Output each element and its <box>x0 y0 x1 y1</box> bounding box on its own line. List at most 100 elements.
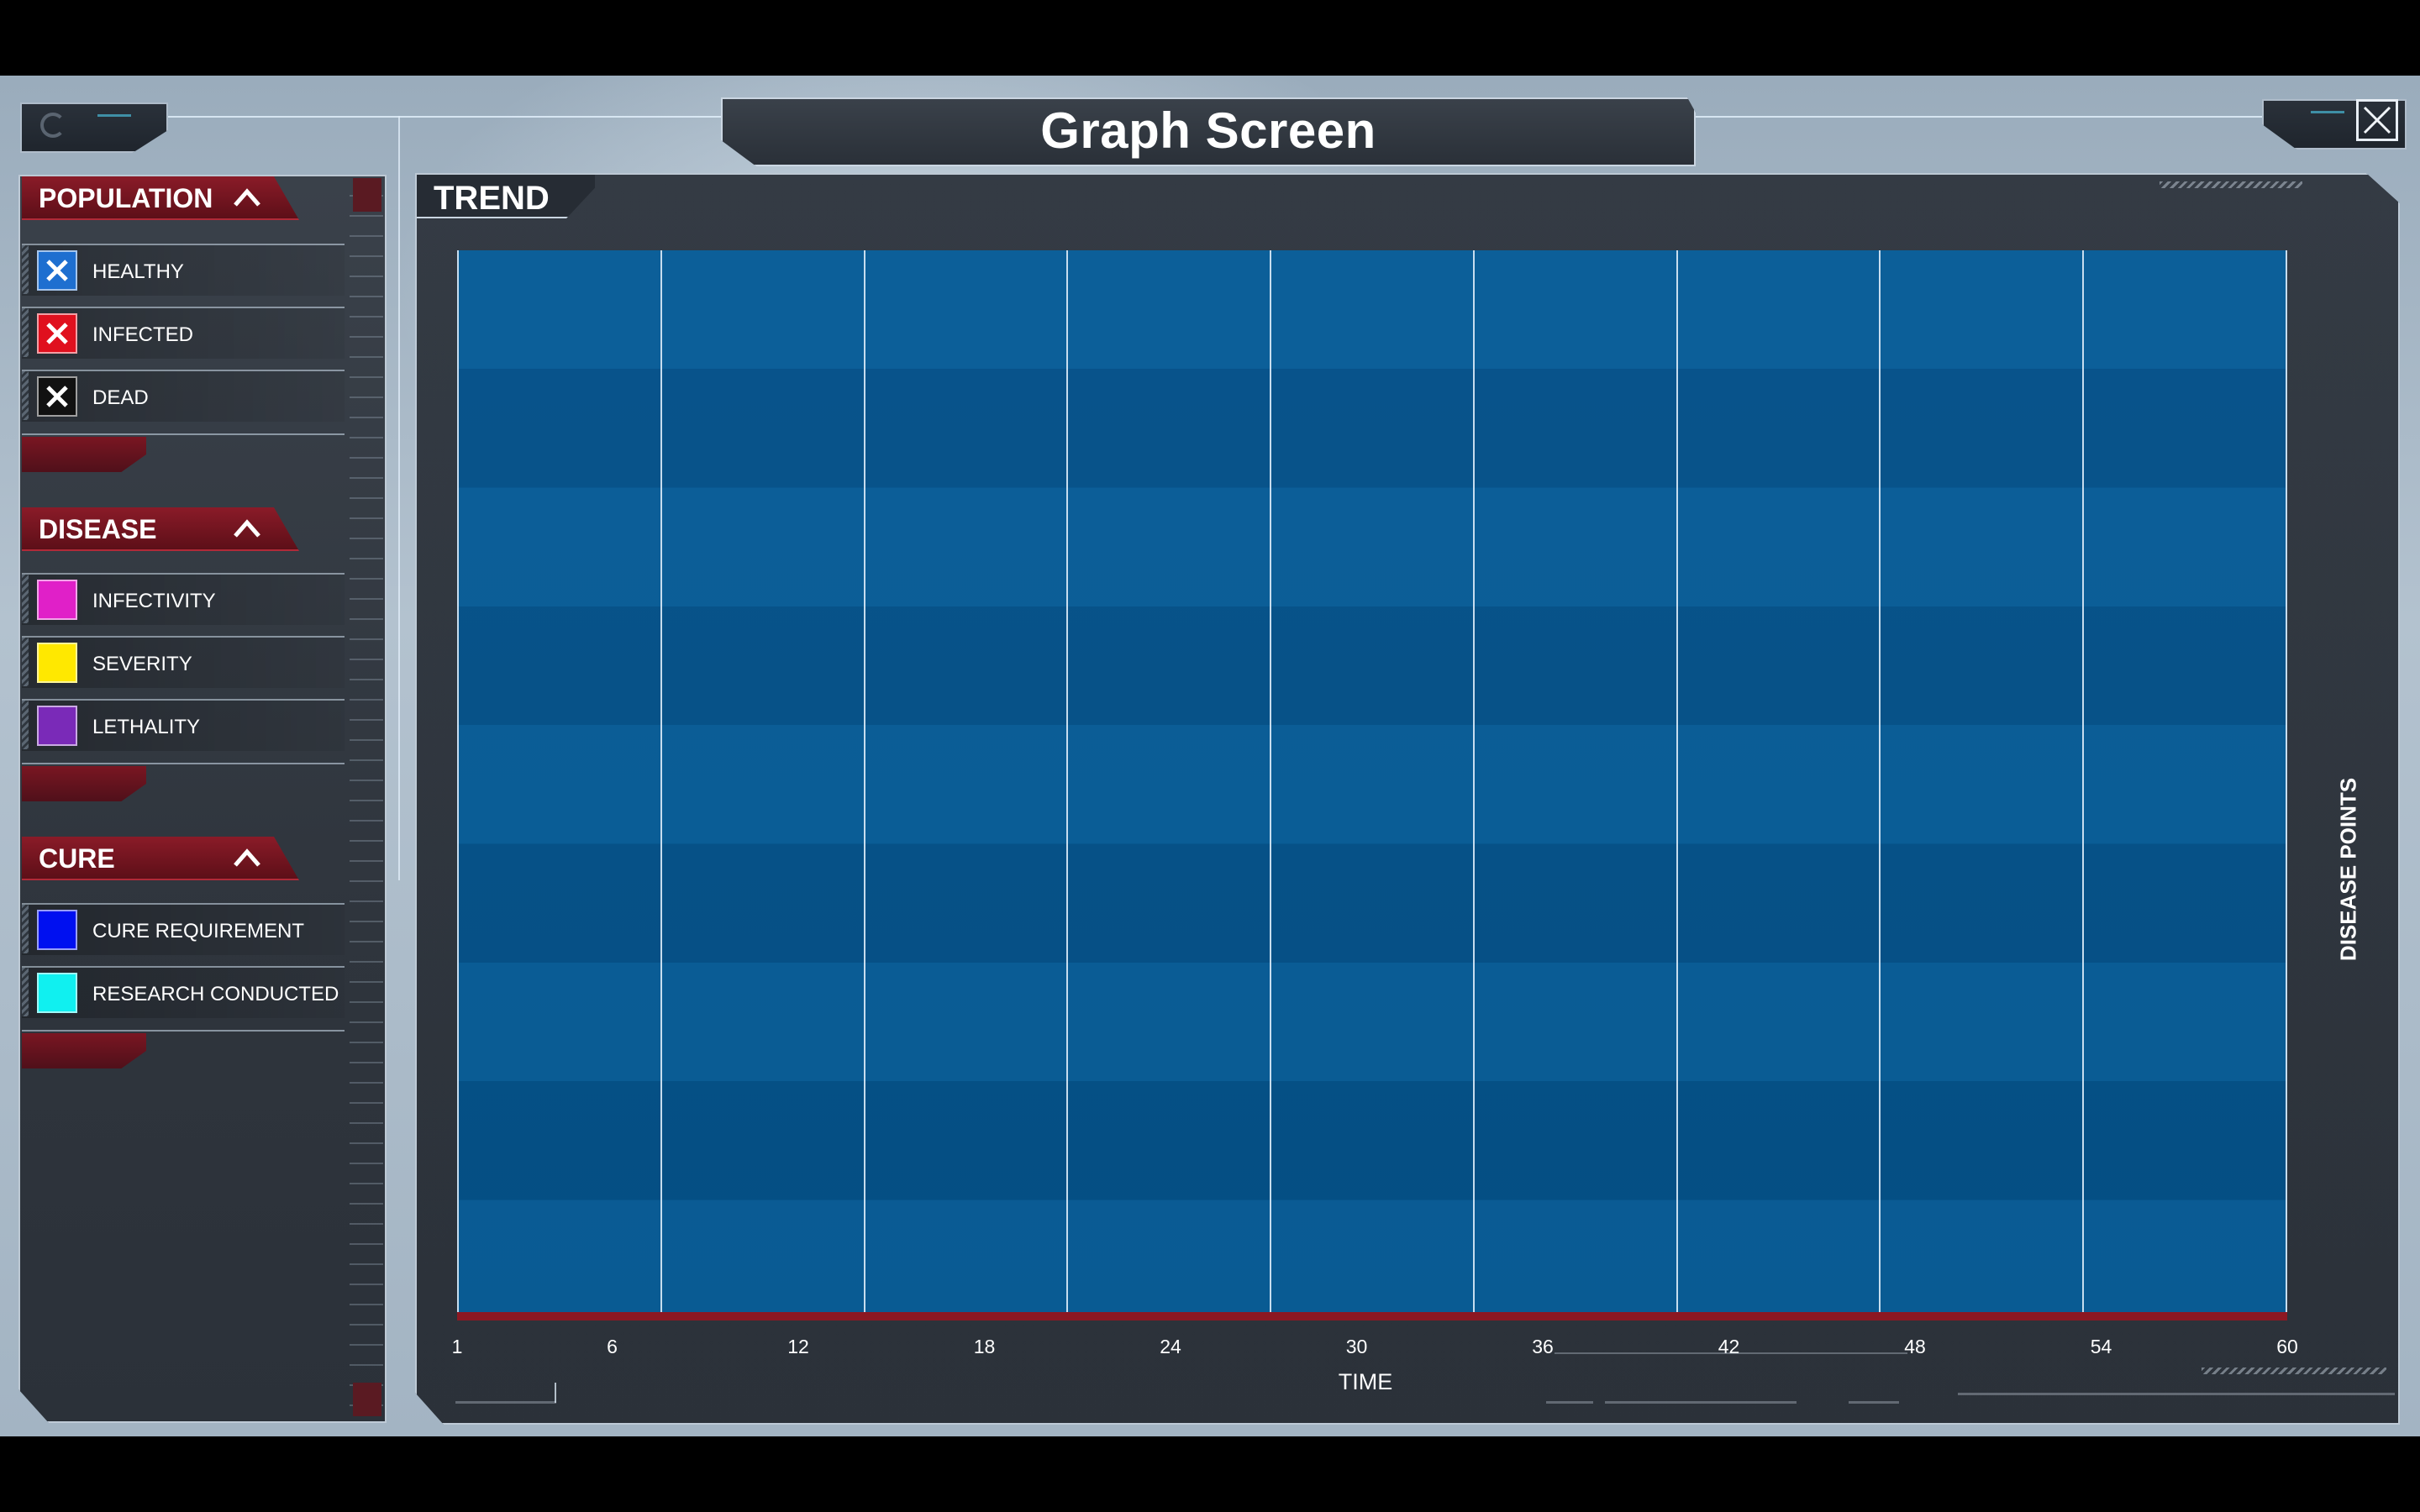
section-footer-tab <box>22 437 146 472</box>
decor-line <box>1605 1401 1797 1404</box>
frame-line <box>165 116 723 118</box>
legend-item-infected[interactable]: INFECTED <box>22 307 345 359</box>
panel-scroll-rail[interactable] <box>350 176 383 1416</box>
legend-item-research-conducted[interactable]: RESEARCH CONDUCTED <box>22 966 345 1018</box>
row-grip <box>22 245 29 294</box>
legend-label: CURE REQUIREMENT <box>92 920 305 942</box>
grid-line <box>1879 250 1881 1319</box>
tab-trend[interactable]: TREND <box>417 175 595 218</box>
frame-line <box>398 116 400 880</box>
decor-line <box>555 1383 556 1403</box>
grid-line <box>2286 250 2287 1319</box>
x-tick-label: 36 <box>1532 1336 1554 1357</box>
chevron-up-icon[interactable] <box>232 183 262 210</box>
legend-label: SEVERITY <box>92 653 192 675</box>
legend-item-healthy[interactable]: HEALTHY <box>22 244 345 296</box>
section-title: POPULATION <box>39 183 213 213</box>
row-grip <box>22 371 29 420</box>
row-grip <box>22 638 29 686</box>
x-tick-label: 6 <box>607 1336 618 1357</box>
section-header-disease[interactable]: DISEASE <box>22 507 299 551</box>
badge-indicator <box>2311 111 2344 113</box>
grid-band <box>457 725 2287 844</box>
close-icon <box>2363 106 2391 134</box>
decor-line <box>1546 1401 1593 1404</box>
section-title: CURE <box>39 843 115 874</box>
row-grip <box>22 905 29 953</box>
row-grip <box>22 701 29 749</box>
rail-cap-top <box>353 178 381 212</box>
legend-item-infectivity[interactable]: INFECTIVITY <box>22 573 345 625</box>
legend-item-lethality[interactable]: LETHALITY <box>22 699 345 751</box>
close-button[interactable] <box>2356 99 2398 141</box>
decor-line <box>1849 1401 1899 1404</box>
chart-baseline <box>457 1312 2287 1320</box>
grid-line <box>864 250 865 1319</box>
row-grip <box>22 968 29 1016</box>
x-tick-label: 60 <box>2276 1336 2298 1357</box>
y-axis-label: DISEASE POINTS <box>2335 777 2361 962</box>
tab-label: TREND <box>434 180 550 217</box>
checkbox-infectivity[interactable] <box>37 580 77 620</box>
game-window: Graph Screen POPULATION HEALTHY INFECTED <box>0 76 2420 1436</box>
grid-line <box>1270 250 1271 1319</box>
legend-label: INFECTIVITY <box>92 590 216 612</box>
section-footer-tab <box>22 766 146 801</box>
grid-band <box>457 606 2287 725</box>
grid-band <box>457 250 2287 369</box>
grid-line <box>1676 250 1678 1319</box>
decor-line <box>455 1401 556 1404</box>
checkbox-infected[interactable] <box>37 313 77 354</box>
legend-item-cure-requirement[interactable]: CURE REQUIREMENT <box>22 903 345 955</box>
x-tick-label: 42 <box>1718 1336 1740 1357</box>
x-tick-label: 18 <box>973 1336 996 1357</box>
checkbox-dead[interactable] <box>37 376 77 417</box>
grid-band <box>457 1081 2287 1200</box>
section-header-population[interactable]: POPULATION <box>22 176 299 220</box>
chart-plot-area <box>457 250 2287 1319</box>
legend-label: DEAD <box>92 386 149 409</box>
checkbox-cure-requirement[interactable] <box>37 910 77 950</box>
check-x-icon <box>46 386 68 407</box>
legend-label: RESEARCH CONDUCTED <box>92 983 339 1005</box>
checkbox-research-conducted[interactable] <box>37 973 77 1013</box>
x-tick-label: 48 <box>1904 1336 1926 1357</box>
legend-item-severity[interactable]: SEVERITY <box>22 636 345 688</box>
decor-line <box>1958 1393 2395 1395</box>
title-bar: Graph Screen <box>721 97 1696 166</box>
legend-label: LETHALITY <box>92 716 201 738</box>
grid-band <box>457 963 2287 1081</box>
section-title: DISEASE <box>39 514 157 544</box>
checkbox-lethality[interactable] <box>37 706 77 746</box>
grid-line <box>457 250 459 1319</box>
decor-hatch <box>2160 181 2302 188</box>
badge-indicator <box>97 114 131 117</box>
x-tick-label: 1 <box>451 1336 463 1357</box>
check-x-icon <box>46 323 68 344</box>
rail-cap-bottom <box>353 1383 381 1416</box>
grid-band <box>457 1200 2287 1319</box>
x-axis-label: TIME <box>1338 1369 1393 1394</box>
x-tick-label: 54 <box>2090 1336 2112 1357</box>
row-grip <box>22 308 29 357</box>
decor-line <box>1555 1352 1907 1354</box>
x-tick-label: 12 <box>787 1336 809 1357</box>
page-title: Graph Screen <box>1040 102 1376 159</box>
grid-band <box>457 369 2287 488</box>
grid-line <box>660 250 662 1319</box>
x-tick-label: 24 <box>1160 1336 1181 1357</box>
section-header-cure[interactable]: CURE <box>22 837 299 880</box>
grid-line <box>1473 250 1475 1319</box>
logo-icon <box>40 113 66 138</box>
legend-item-dead[interactable]: DEAD <box>22 370 345 422</box>
grid-line <box>1066 250 1068 1319</box>
frame-line <box>1691 116 2264 118</box>
chevron-up-icon[interactable] <box>232 514 262 541</box>
grid-line <box>2082 250 2084 1319</box>
row-grip <box>22 575 29 623</box>
check-x-icon <box>46 260 68 281</box>
chevron-up-icon[interactable] <box>232 843 262 870</box>
legend-label: INFECTED <box>92 323 193 346</box>
checkbox-healthy[interactable] <box>37 250 77 291</box>
checkbox-severity[interactable] <box>37 643 77 683</box>
